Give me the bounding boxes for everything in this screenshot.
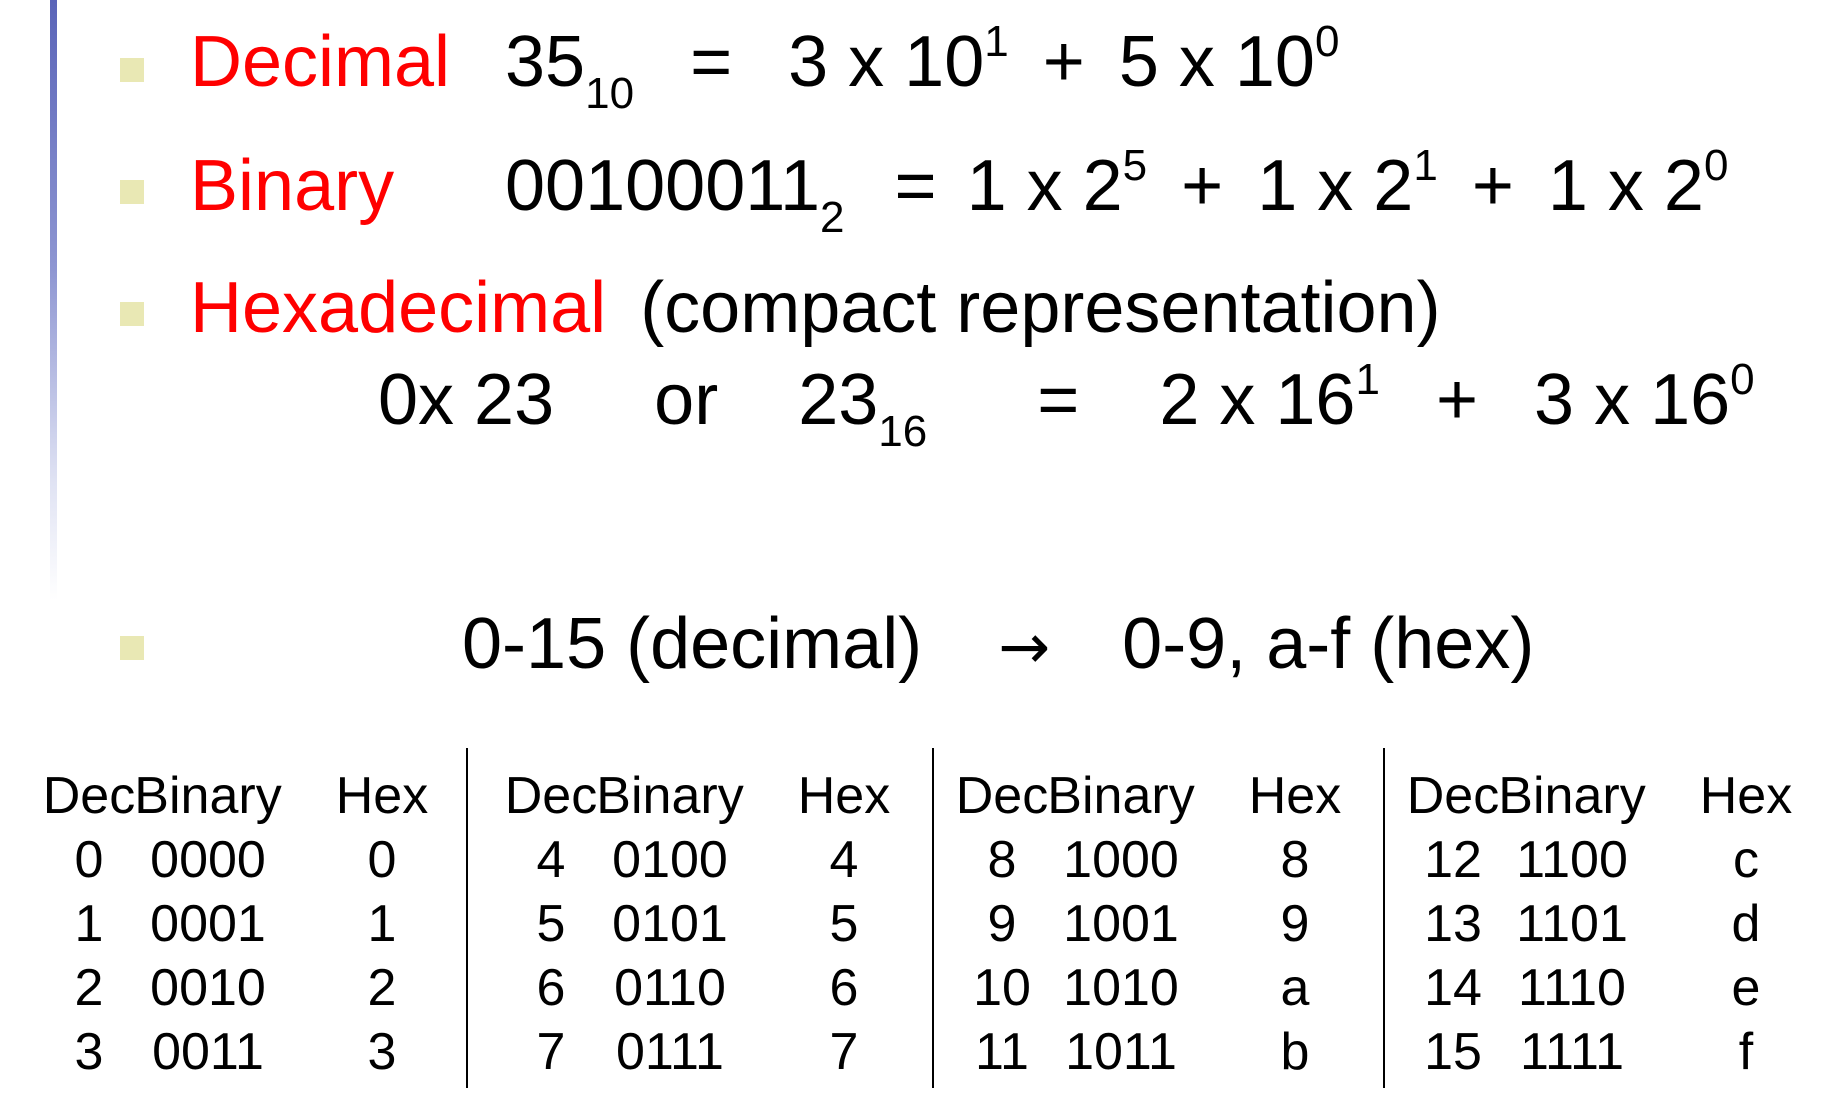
- table-header-hex: Hex: [1699, 767, 1793, 825]
- table-cell-hex: 3: [367, 1023, 397, 1081]
- table-cell-hex: 2: [367, 959, 397, 1017]
- hex-equation: 0x 23 or 2316 = 2 x 161 + 3 x 160: [378, 355, 1755, 456]
- bullet-binary: [120, 180, 144, 204]
- table-cell-hex: 5: [829, 895, 859, 953]
- table-header-binary: Binary: [1047, 767, 1195, 825]
- table-header-hex: Hex: [797, 767, 891, 825]
- table-cell-binary: 1110: [1518, 959, 1626, 1017]
- decimal-line: Decimal: [190, 26, 450, 98]
- table-header-binary: Binary: [134, 767, 282, 825]
- binary-line: Binary: [190, 150, 394, 222]
- table-cell-binary: 0101: [612, 895, 728, 953]
- table-cell-hex: 4: [829, 831, 859, 889]
- hex-line: Hexadecimal (compact representation): [190, 272, 1441, 344]
- table-cell-hex: 8: [1280, 831, 1310, 889]
- slide-accent-bar: [50, 0, 57, 600]
- bullet-range: [120, 636, 144, 660]
- right-arrow-icon: →: [998, 610, 1051, 683]
- decimal-label: Decimal: [190, 22, 451, 102]
- table-cell-hex: 1: [367, 895, 397, 953]
- table-cell-binary: 0100: [612, 831, 728, 889]
- table-cell-binary: 1101: [1516, 895, 1628, 953]
- bullet-decimal: [120, 58, 144, 82]
- hex-label: Hexadecimal: [190, 268, 607, 348]
- table-cell-hex: d: [1731, 895, 1761, 953]
- table-header-binary: Binary: [1498, 767, 1646, 825]
- binary-equation: 001000112 = 1 x 25 + 1 x 21 + 1 x 20: [505, 141, 1729, 242]
- table-divider-2: [932, 748, 934, 1088]
- table-cell-hex: f: [1738, 1023, 1754, 1081]
- table-cell-binary: 1011: [1065, 1023, 1177, 1081]
- table-cell-hex: b: [1280, 1023, 1310, 1081]
- bullet-hex: [120, 302, 144, 326]
- range-line: 0-15 (decimal) → 0-9, a-f (hex): [462, 604, 1535, 684]
- table-cell-binary: 0000: [150, 831, 266, 889]
- table-cell-binary: 0001: [150, 895, 266, 953]
- table-cell-binary: 0111: [616, 1023, 724, 1081]
- table-cell-binary: 0110: [614, 959, 726, 1017]
- hex-note: (compact representation): [640, 268, 1441, 348]
- table-cell-hex: 0: [367, 831, 397, 889]
- table-divider-1: [466, 748, 468, 1088]
- table-header-binary: Binary: [596, 767, 744, 825]
- binary-label: Binary: [190, 146, 395, 226]
- table-cell-hex: a: [1280, 959, 1310, 1017]
- table-cell-hex: 9: [1280, 895, 1310, 953]
- table-divider-3: [1383, 748, 1385, 1088]
- decimal-equation: 3510 = 3 x 101 + 5 x 100: [505, 17, 1340, 118]
- table-cell-hex: e: [1731, 959, 1761, 1017]
- table-cell-hex: c: [1733, 831, 1759, 889]
- table-cell-hex: 6: [829, 959, 859, 1017]
- table-cell-binary: 1111: [1519, 1023, 1625, 1081]
- table-cell-binary: 0011: [152, 1023, 264, 1081]
- table-cell-binary: 1000: [1063, 831, 1179, 889]
- table-cell-binary: 0010: [150, 959, 266, 1017]
- table-cell-binary: 1010: [1063, 959, 1179, 1017]
- table-cell-binary: 1100: [1516, 831, 1628, 889]
- table-cell-binary: 1001: [1063, 895, 1179, 953]
- table-header-hex: Hex: [335, 767, 429, 825]
- table-cell-hex: 7: [829, 1023, 859, 1081]
- table-header-hex: Hex: [1248, 767, 1342, 825]
